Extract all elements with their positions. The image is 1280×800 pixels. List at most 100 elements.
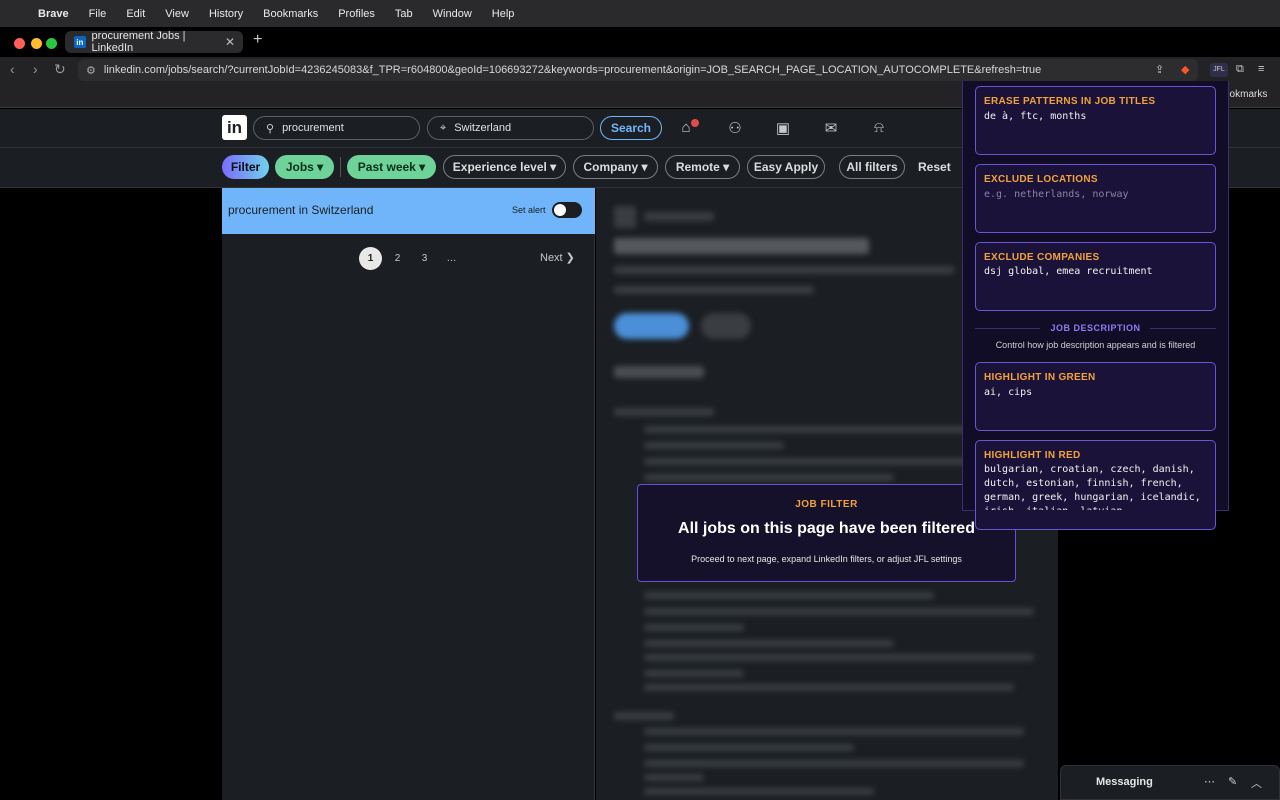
network-icon[interactable]: ⚇ [726, 119, 744, 137]
page-button-3[interactable]: 3 [413, 247, 436, 270]
extensions-puzzle-icon[interactable]: ⧉ [1236, 63, 1244, 77]
site-controls-icon[interactable]: ⚙ [86, 64, 96, 77]
blurred-text-line [644, 592, 934, 599]
browser-tab[interactable]: in procurement Jobs | LinkedIn ✕ [65, 30, 243, 54]
jfl-overlay-kicker: JOB FILTER [795, 499, 858, 510]
jobs-filter-pill[interactable]: Jobs ▾ [275, 155, 334, 179]
blurred-text-line [644, 670, 744, 677]
job-description-subtitle: Control how job description appears and … [995, 340, 1196, 350]
menu-hamburger-icon[interactable]: ≡ [1258, 63, 1264, 77]
page-button-2[interactable]: 2 [386, 247, 409, 270]
highlight-red-value[interactable]: bulgarian, croatian, czech, danish, dutc… [984, 463, 1212, 510]
company-filter[interactable]: Company ▾ [573, 155, 658, 179]
remote-filter[interactable]: Remote ▾ [665, 155, 740, 179]
menu-view[interactable]: View [165, 8, 189, 20]
keyword-search-value: procurement [282, 122, 344, 134]
chevron-up-icon[interactable]: ︿ [1251, 775, 1262, 791]
next-page-label: Next [540, 252, 563, 264]
job-list-pane [222, 188, 595, 800]
bookmarks-folder[interactable]: ookmarks [1224, 89, 1267, 100]
exclude-locations-placeholder[interactable]: e.g. netherlands, norway [984, 188, 1212, 202]
window-minimize-button[interactable] [31, 38, 42, 49]
blurred-text-line [644, 744, 854, 751]
notifications-bell-icon[interactable]: ⍾ [870, 119, 888, 137]
page-ellipsis[interactable]: … [440, 247, 463, 270]
menu-bookmarks[interactable]: Bookmarks [263, 8, 318, 20]
past-week-filter-pill[interactable]: Past week ▾ [347, 155, 436, 179]
menu-window[interactable]: Window [433, 8, 472, 20]
blurred-company-name [644, 212, 714, 221]
location-search-value: Switzerland [454, 122, 512, 134]
blurred-job-meta [614, 266, 954, 274]
reset-filters-button[interactable]: Reset [918, 160, 951, 174]
blurred-text-line [644, 624, 744, 631]
location-search-input[interactable]: ⌖ Switzerland [427, 116, 594, 140]
menu-history[interactable]: History [209, 8, 243, 20]
page-button-1[interactable]: 1 [359, 247, 382, 270]
company-label: Company [583, 160, 639, 174]
blurred-job-title [614, 238, 869, 254]
blurred-about-heading [614, 366, 704, 378]
search-icon: ⚲ [266, 122, 275, 135]
window-zoom-button[interactable] [46, 38, 57, 49]
menu-app-name[interactable]: Brave [38, 8, 69, 20]
jobs-briefcase-icon[interactable]: ▣ [774, 119, 792, 137]
experience-level-filter[interactable]: Experience level ▾ [443, 155, 566, 179]
notification-dot [691, 119, 699, 127]
window-close-button[interactable] [14, 38, 25, 49]
messaging-label: Messaging [1096, 776, 1153, 788]
back-icon[interactable]: ‹ [10, 61, 15, 77]
blurred-text-line [644, 654, 1034, 661]
set-alert-label: Set alert [512, 205, 546, 215]
keyword-search-input[interactable]: ⚲ procurement [253, 116, 420, 140]
search-alert-title: procurement in Switzerland [228, 203, 374, 217]
menu-profiles[interactable]: Profiles [338, 8, 375, 20]
past-week-label: Past week [357, 160, 416, 174]
blurred-text-line [644, 760, 1024, 767]
blurred-job-tags [614, 286, 814, 294]
jfl-overlay-subtitle: Proceed to next page, expand LinkedIn fi… [691, 554, 962, 564]
blurred-text-line [644, 728, 1024, 735]
messaging-dock[interactable] [1060, 765, 1280, 800]
blurred-text-line [644, 608, 1034, 615]
blurred-text-line [644, 640, 894, 647]
highlight-red-label: HIGHLIGHT IN RED [984, 450, 1081, 461]
messaging-icon[interactable]: ✉ [822, 119, 840, 137]
blurred-save-button [701, 313, 751, 339]
jfl-extension-icon[interactable]: JFL [1210, 63, 1228, 77]
set-alert-toggle[interactable] [552, 202, 582, 218]
jfl-filter-button[interactable]: Filter [222, 155, 269, 179]
more-options-icon[interactable]: ⋯ [1204, 775, 1215, 788]
all-filters-button[interactable]: All filters [839, 155, 905, 179]
toggle-knob [554, 204, 566, 216]
menu-tab[interactable]: Tab [395, 8, 413, 20]
filter-divider [340, 157, 341, 177]
erase-patterns-value[interactable]: de à, ftc, months [984, 110, 1212, 124]
share-icon[interactable]: ⇪ [1155, 63, 1164, 77]
jobs-filter-label: Jobs [285, 160, 314, 174]
search-button[interactable]: Search [600, 116, 662, 140]
macos-menubar: Brave File Edit View History Bookmarks P… [0, 0, 1280, 27]
exclude-companies-value[interactable]: dsj global, emea recruitment [984, 265, 1212, 279]
blurred-company-logo [614, 206, 636, 228]
address-bar[interactable]: ⚙ linkedin.com/jobs/search/?currentJobId… [78, 59, 1198, 81]
linkedin-logo-icon[interactable]: in [222, 115, 247, 140]
exclude-companies-label: EXCLUDE COMPANIES [984, 252, 1100, 263]
brave-shields-icon[interactable]: ◆ [1181, 63, 1189, 77]
easy-apply-filter[interactable]: Easy Apply [747, 155, 825, 179]
remote-label: Remote [675, 160, 720, 174]
compose-icon[interactable]: ✎ [1228, 775, 1237, 788]
menu-edit[interactable]: Edit [126, 8, 145, 20]
next-page-button[interactable]: Next ❯ [540, 251, 575, 264]
highlight-green-value[interactable]: ai, cips [984, 386, 1212, 400]
forward-icon[interactable]: › [33, 61, 38, 77]
reload-icon[interactable]: ↻ [54, 61, 66, 78]
menu-help[interactable]: Help [492, 8, 515, 20]
blurred-text-line [644, 684, 1014, 691]
linkedin-favicon-icon: in [74, 36, 86, 48]
tab-close-icon[interactable]: ✕ [225, 35, 235, 49]
job-description-heading: JOB DESCRIPTION [1050, 323, 1141, 333]
menu-file[interactable]: File [89, 8, 107, 20]
new-tab-icon[interactable]: + [253, 31, 262, 49]
address-url: linkedin.com/jobs/search/?currentJobId=4… [103, 64, 1042, 76]
